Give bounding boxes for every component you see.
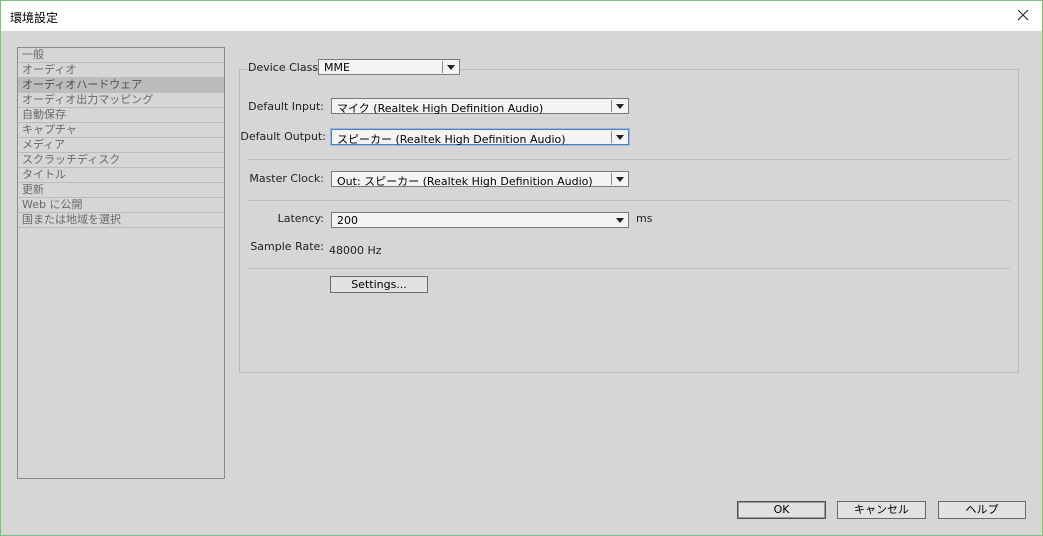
default-input-dropdown[interactable]: マイク (Realtek High Definition Audio): [331, 98, 629, 115]
sidebar-item-updates[interactable]: 更新: [18, 183, 224, 198]
master-clock-label: Master Clock:: [249, 172, 324, 185]
sidebar-item-auto-save[interactable]: 自動保存: [18, 108, 224, 123]
close-button[interactable]: [1012, 4, 1034, 26]
chevron-down-icon: [616, 135, 624, 140]
sidebar-item-select-region[interactable]: 国または地域を選択: [18, 213, 224, 228]
latency-label: Latency:: [277, 212, 324, 225]
device-class-value: MME: [324, 61, 350, 74]
chevron-down-icon: [616, 177, 624, 182]
default-output-dropdown[interactable]: スピーカー (Realtek High Definition Audio): [331, 129, 629, 146]
sample-rate-label: Sample Rate:: [250, 240, 324, 253]
close-icon: [1017, 9, 1029, 21]
sidebar-item-media[interactable]: メディア: [18, 138, 224, 153]
master-clock-dropdown[interactable]: Out: スピーカー (Realtek High Definition Audi…: [331, 171, 629, 188]
device-class-dropdown[interactable]: MME: [318, 59, 460, 75]
sidebar-item-audio-hardware[interactable]: オーディオハードウェア: [18, 78, 224, 93]
dropdown-separator: [611, 173, 612, 185]
default-input-value: マイク (Realtek High Definition Audio): [337, 102, 544, 115]
sidebar-item-capture[interactable]: キャプチャ: [18, 123, 224, 138]
section-divider: [247, 268, 1010, 269]
sidebar-item-publish-web[interactable]: Web に公開: [18, 198, 224, 213]
section-divider: [247, 200, 1010, 201]
latency-unit: ms: [636, 212, 653, 225]
default-output-value: スピーカー (Realtek High Definition Audio): [337, 133, 566, 146]
latency-value: 200: [337, 214, 358, 227]
default-output-label: Default Output:: [240, 130, 326, 143]
master-clock-value: Out: スピーカー (Realtek High Definition Audi…: [337, 175, 593, 188]
section-divider: [247, 159, 1010, 160]
sidebar-item-general[interactable]: 一般: [18, 48, 224, 63]
cancel-button[interactable]: キャンセル: [837, 501, 926, 519]
chevron-down-icon: [447, 65, 455, 70]
dropdown-separator: [611, 100, 612, 112]
title-bar: 環境設定: [1, 1, 1042, 31]
chevron-down-icon: [616, 218, 624, 223]
window-title: 環境設定: [10, 11, 59, 25]
sidebar-item-audio-output-mapping[interactable]: オーディオ出力マッピング: [18, 93, 224, 108]
latency-dropdown[interactable]: 200: [331, 212, 629, 228]
chevron-down-icon: [616, 104, 624, 109]
sidebar-item-titles[interactable]: タイトル: [18, 168, 224, 183]
sidebar-item-scratch-disks[interactable]: スクラッチディスク: [18, 153, 224, 168]
dropdown-separator: [442, 61, 443, 73]
preferences-category-list: 一般 オーディオ オーディオハードウェア オーディオ出力マッピング 自動保存 キ…: [17, 47, 225, 479]
settings-button[interactable]: Settings...: [330, 276, 428, 293]
device-class-label: Device Class:: [248, 61, 322, 74]
ok-button[interactable]: OK: [737, 501, 826, 519]
default-input-label: Default Input:: [248, 100, 324, 113]
help-button[interactable]: ヘルプ: [938, 501, 1026, 519]
dropdown-separator: [611, 131, 612, 143]
sidebar-item-audio[interactable]: オーディオ: [18, 63, 224, 78]
sample-rate-value: 48000 Hz: [329, 244, 382, 257]
